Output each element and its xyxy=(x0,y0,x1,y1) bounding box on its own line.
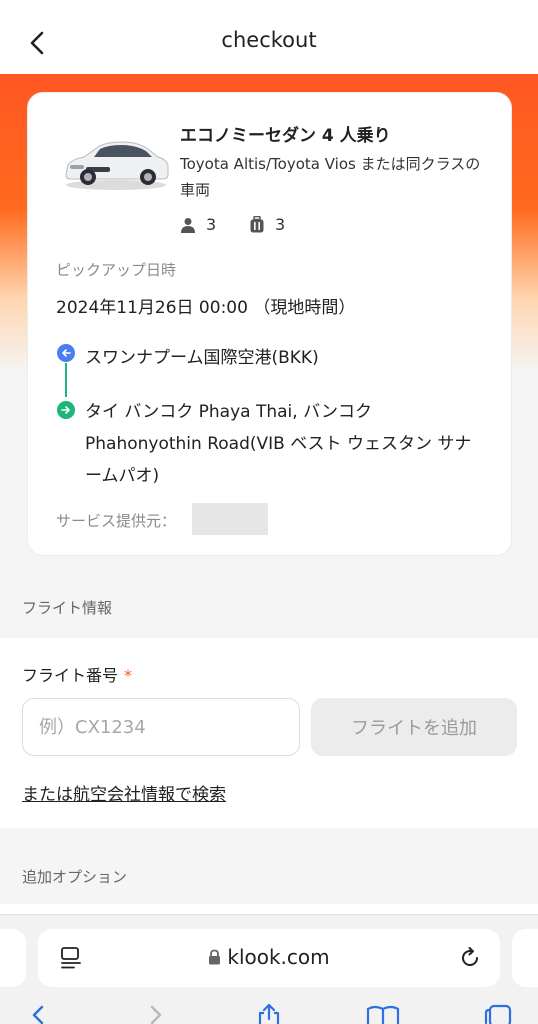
passenger-capacity: 3 xyxy=(180,215,216,234)
browser-back-icon[interactable] xyxy=(28,1003,48,1024)
car-description: Toyota Altis/Toyota Vios または同クラスの車両 xyxy=(180,155,481,199)
lock-icon xyxy=(209,949,221,965)
url-display[interactable]: klook.com xyxy=(38,945,500,969)
next-tab-preview[interactable] xyxy=(512,929,538,987)
address-bar[interactable]: klook.com xyxy=(38,929,500,987)
car-image xyxy=(65,141,169,190)
browser-forward-icon[interactable] xyxy=(146,1003,166,1024)
previous-tab-preview[interactable] xyxy=(0,929,26,987)
provider-name-redacted xyxy=(192,503,268,535)
from-location-icon xyxy=(57,344,75,362)
flight-panel: フライト番号 * フライトを追加 または航空会社情報で検索 xyxy=(0,638,538,828)
page-title: checkout xyxy=(221,28,317,52)
pickup-location: スワンナプーム国際空港(BKK) xyxy=(85,348,319,368)
options-section-label: 追加オプション xyxy=(22,868,128,886)
pickup-datetime: 2024年11月26日 00:00 （現地時間） xyxy=(56,298,356,318)
flight-number-label-text: フライト番号 xyxy=(22,666,119,685)
provider-label: サービス提供元： xyxy=(56,512,177,530)
browser-nav-row xyxy=(0,1003,538,1024)
reload-icon[interactable] xyxy=(458,946,482,970)
luggage-icon xyxy=(250,215,264,232)
to-location-icon xyxy=(57,401,75,419)
car-name: エコノミーセダン 4 人乗り xyxy=(180,126,391,146)
booking-summary-card: エコノミーセダン 4 人乗り Toyota Altis/Toyota Vios … xyxy=(27,92,512,556)
required-mark: * xyxy=(124,666,133,685)
bookmarks-icon[interactable] xyxy=(366,1003,400,1024)
flight-number-input[interactable] xyxy=(22,698,300,756)
flight-section-label: フライト情報 xyxy=(22,599,113,617)
dropoff-location: タイ バンコク Phaya Thai, バンコク Phahonyothin Ro… xyxy=(85,402,472,486)
route-connector xyxy=(65,363,67,397)
app-header: checkout xyxy=(0,0,538,80)
search-by-airline-link[interactable]: または航空会社情報で検索 xyxy=(22,780,226,805)
url-text: klook.com xyxy=(227,945,330,969)
add-flight-button[interactable]: フライトを追加 xyxy=(311,698,517,756)
luggage-count: 3 xyxy=(275,215,286,234)
browser-toolbar: klook.com xyxy=(0,914,538,1024)
passenger-count: 3 xyxy=(206,215,217,234)
flight-number-label: フライト番号 * xyxy=(22,662,132,686)
luggage-capacity: 3 xyxy=(249,215,285,234)
person-icon xyxy=(181,217,195,233)
share-icon[interactable] xyxy=(256,1003,282,1024)
tabs-icon[interactable] xyxy=(482,1003,514,1024)
pickup-label: ピックアップ日時 xyxy=(56,261,177,279)
